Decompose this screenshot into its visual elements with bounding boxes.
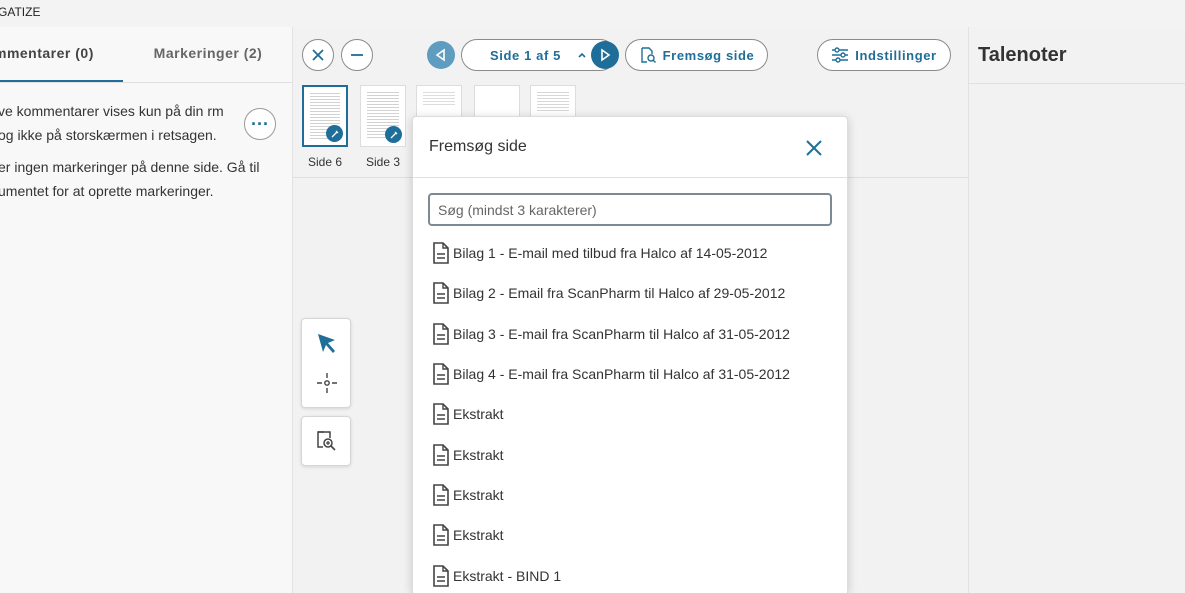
next-page-button[interactable] bbox=[591, 41, 619, 69]
annotation-badge bbox=[385, 126, 402, 143]
triangle-left-icon bbox=[435, 48, 445, 62]
search-result-label: Bilag 4 - E-mail fra ScanPharm til Halco… bbox=[453, 366, 790, 383]
search-result-item[interactable]: Ekstrakt bbox=[413, 475, 847, 515]
search-result-item[interactable]: Ekstrakt bbox=[413, 394, 847, 434]
annotation-tools bbox=[301, 318, 351, 408]
search-result-item[interactable]: Bilag 3 - E-mail fra ScanPharm til Halco… bbox=[413, 314, 847, 354]
page-search-input[interactable] bbox=[428, 193, 832, 226]
pointer-tool-button[interactable] bbox=[315, 331, 339, 360]
app-titlebar: GATIZE bbox=[0, 0, 1185, 27]
close-document-button[interactable] bbox=[302, 39, 334, 71]
previous-page-button[interactable] bbox=[427, 41, 455, 69]
tab-markings[interactable]: Markeringer (2) bbox=[123, 27, 293, 83]
thumbnail-label: Side 6 bbox=[307, 155, 343, 169]
search-result-item[interactable]: Ekstrakt bbox=[413, 434, 847, 474]
close-icon bbox=[312, 49, 324, 61]
document-icon bbox=[432, 282, 450, 305]
document-icon bbox=[432, 443, 450, 466]
search-result-label: Ekstrakt bbox=[453, 406, 504, 423]
speaker-notes-title: Talenoter bbox=[978, 44, 1067, 66]
close-icon bbox=[806, 140, 822, 156]
document-icon bbox=[432, 564, 450, 587]
pointer-arrow-icon bbox=[318, 334, 335, 353]
zoom-page-icon bbox=[317, 431, 336, 451]
page-preview bbox=[423, 92, 455, 106]
search-result-item[interactable]: Bilag 2 - Email fra ScanPharm til Halco … bbox=[413, 273, 847, 313]
search-result-label: Bilag 2 - Email fra ScanPharm til Halco … bbox=[453, 285, 786, 302]
search-result-label: Bilag 3 - E-mail fra ScanPharm til Halco… bbox=[453, 325, 790, 342]
dialog-divider bbox=[413, 177, 847, 178]
pen-icon bbox=[390, 131, 397, 138]
document-icon bbox=[432, 484, 450, 506]
search-page-button[interactable]: Fremsøg side bbox=[625, 39, 768, 71]
divider bbox=[969, 83, 1185, 84]
more-options-button[interactable]: ··· bbox=[244, 108, 276, 140]
search-result-label: Ekstrakt bbox=[453, 486, 504, 503]
search-result-label: Bilag 1 - E-mail med tilbud fra Halco af… bbox=[453, 245, 768, 262]
app-title: GATIZE bbox=[0, 5, 41, 19]
triangle-right-icon bbox=[601, 48, 611, 62]
comments-info-text: ve kommentarer vises kun på din rm og ik… bbox=[0, 103, 224, 143]
tab-divider bbox=[0, 82, 292, 83]
tab-comments[interactable]: mmentarer (0) bbox=[0, 27, 123, 83]
annotation-badge bbox=[326, 125, 343, 142]
search-result-item[interactable]: Ekstrakt bbox=[413, 515, 847, 555]
tab-markings-label: Markeringer (2) bbox=[153, 45, 263, 61]
pen-icon bbox=[331, 130, 338, 137]
document-icon bbox=[432, 322, 450, 345]
document-search-icon bbox=[640, 47, 656, 63]
search-results-list: Bilag 1 - E-mail med tilbud fra Halco af… bbox=[413, 233, 847, 593]
document-icon bbox=[432, 242, 450, 264]
search-page-dialog: Fremsøg side Bilag 1 - E-mail med tilbud… bbox=[412, 116, 848, 593]
thumbnail-label: Side 3 bbox=[365, 155, 401, 169]
crosshair-icon bbox=[317, 373, 337, 393]
search-result-label: Ekstrakt - BIND 1 bbox=[453, 567, 562, 584]
settings-button[interactable]: Indstillinger bbox=[817, 39, 951, 71]
dialog-title: Fremsøg side bbox=[429, 138, 527, 155]
chevron-up-icon bbox=[578, 52, 586, 58]
document-icon bbox=[432, 363, 450, 385]
search-result-item[interactable]: Ekstrakt - BIND 1 bbox=[413, 555, 847, 593]
more-dots-icon: ··· bbox=[251, 114, 269, 134]
search-page-label: Fremsøg side bbox=[662, 47, 755, 63]
document-icon bbox=[432, 524, 450, 547]
crosshair-tool-button[interactable] bbox=[316, 372, 338, 399]
viewer-toolbar: Side 1 af 5 Fremsøg side Indstillinger bbox=[293, 27, 968, 83]
speaker-notes-panel: Talenoter bbox=[968, 27, 1185, 593]
zoom-page-button[interactable] bbox=[315, 430, 337, 457]
zoom-tools bbox=[301, 416, 351, 466]
thumbnail-page-3[interactable] bbox=[360, 85, 406, 147]
tab-comments-label: mmentarer (0) bbox=[0, 45, 94, 61]
zoom-out-button[interactable] bbox=[341, 39, 373, 71]
settings-label: Indstillinger bbox=[855, 47, 937, 63]
markings-info-text: er ingen markeringer på denne side. Gå t… bbox=[0, 159, 260, 199]
sliders-icon bbox=[832, 47, 849, 63]
dialog-close-button[interactable] bbox=[801, 135, 827, 161]
search-result-label: Ekstrakt bbox=[453, 527, 504, 544]
thumbnail-page-6[interactable] bbox=[302, 85, 348, 147]
document-icon bbox=[432, 403, 450, 426]
search-result-item[interactable]: Bilag 4 - E-mail fra ScanPharm til Halco… bbox=[413, 354, 847, 394]
minus-icon bbox=[351, 54, 363, 56]
page-preview bbox=[537, 92, 569, 112]
page-indicator: Side 1 af 5 bbox=[490, 47, 561, 63]
search-result-item[interactable]: Bilag 1 - E-mail med tilbud fra Halco af… bbox=[413, 233, 847, 273]
search-result-label: Ekstrakt bbox=[453, 446, 504, 463]
comments-panel: mmentarer (0) Markeringer (2) ve komment… bbox=[0, 27, 293, 593]
